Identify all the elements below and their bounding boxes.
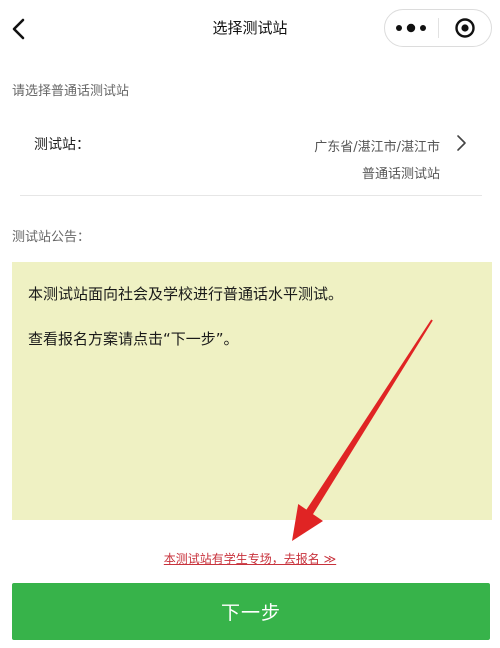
notice-line: 查看报名方案请点击“下一步”。 — [28, 330, 239, 348]
more-dots-icon[interactable] — [394, 23, 428, 33]
next-step-label: 下一步 — [220, 602, 281, 624]
capsule-menu — [384, 9, 492, 47]
more-button[interactable] — [385, 10, 438, 46]
station-value-name: 普通话测试站 — [361, 167, 440, 182]
student-registration-link[interactable]: 本测试站有学生专场，去报名 ≫ — [0, 550, 500, 567]
station-value-region: 广东省/湛江市/湛江市 — [314, 140, 440, 155]
chevron-left-icon[interactable] — [11, 18, 27, 40]
record-target-icon[interactable] — [454, 17, 476, 39]
next-step-button[interactable]: 下一步 — [12, 583, 490, 640]
page-title: 选择测试站 — [212, 19, 288, 37]
chevron-right-icon — [457, 135, 466, 151]
station-label: 测试站： — [34, 137, 90, 153]
notice-label: 测试站公告： — [12, 230, 91, 245]
row-divider — [20, 195, 482, 196]
close-button[interactable] — [438, 10, 491, 46]
nav-bar: 选择测试站 — [0, 0, 500, 58]
back-button[interactable] — [4, 14, 34, 44]
station-value: 广东省/湛江市/湛江市 普通话测试站 — [314, 134, 440, 188]
select-station-label: 请选择普通话测试站 — [12, 84, 130, 99]
notice-line: 本测试站面向社会及学校进行普通话水平测试。 — [28, 285, 344, 303]
station-select-row[interactable]: 测试站： 广东省/湛江市/湛江市 普通话测试站 — [0, 112, 500, 196]
notice-box: 本测试站面向社会及学校进行普通话水平测试。 查看报名方案请点击“下一步”。 — [12, 262, 492, 520]
